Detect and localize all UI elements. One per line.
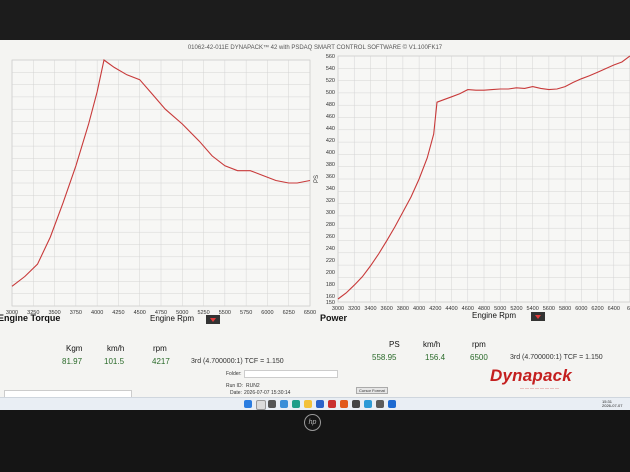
x-tick-label: 4000 xyxy=(91,310,103,316)
y-tick-label: 380 xyxy=(326,162,335,168)
torque-value-kgm: 81.97 xyxy=(62,357,83,366)
torque-xaxis-label: Engine Rpm xyxy=(150,314,195,323)
app-icon-4[interactable] xyxy=(364,400,372,408)
torque-unit-rpm: rpm xyxy=(153,344,167,353)
windows-taskbar: 15:31 2026-07-07 xyxy=(0,397,630,410)
taskbar-clock[interactable]: 15:31 2026-07-07 xyxy=(602,400,622,408)
power-xaxis-label: Engine Rpm xyxy=(472,311,517,320)
x-tick-label: 3200 xyxy=(348,306,360,312)
y-tick-label: 180 xyxy=(326,282,335,288)
date-value: 2026-07-07 15:30:14 xyxy=(244,390,291,396)
torque-gear-info: 3rd (4.700000:1) TCF = 1.150 xyxy=(191,358,284,365)
y-tick-label: 400 xyxy=(326,150,335,156)
widgets-icon[interactable] xyxy=(280,400,288,408)
y-tick-label: 340 xyxy=(326,186,335,192)
x-tick-label: 3000 xyxy=(332,306,344,312)
app-icon-3[interactable] xyxy=(352,400,360,408)
x-tick-label: 4000 xyxy=(413,306,425,312)
power-xaxis-dropdown[interactable] xyxy=(531,312,545,321)
y-axis-label: PS xyxy=(314,175,320,183)
x-tick-label: 6000 xyxy=(575,306,587,312)
x-tick-label: 6400 xyxy=(608,306,620,312)
app-icon-2[interactable] xyxy=(340,400,348,408)
file-explorer-icon[interactable] xyxy=(304,400,312,408)
y-tick-label: 320 xyxy=(326,198,335,204)
y-tick-label: 440 xyxy=(326,126,335,132)
power-value-kmh: 156.4 xyxy=(425,353,446,362)
x-tick-label: 4250 xyxy=(112,310,124,316)
x-tick-label: 5500 xyxy=(219,310,231,316)
x-tick-label: 5800 xyxy=(559,306,571,312)
x-tick-label: 4200 xyxy=(429,306,441,312)
x-tick-label: 4500 xyxy=(134,310,146,316)
torque-value-rpm: 4217 xyxy=(152,357,170,366)
taskbar-date: 2026-07-07 xyxy=(602,403,623,408)
y-tick-label: 280 xyxy=(326,222,335,228)
monitor-top-bezel xyxy=(0,0,630,40)
x-tick-label: 5750 xyxy=(240,310,252,316)
y-tick-label: 260 xyxy=(326,234,335,240)
dynapack-logo: Dynapack xyxy=(490,366,572,385)
power-gear-info: 3rd (4.700000:1) TCF = 1.150 xyxy=(510,354,603,361)
torque-xaxis-dropdown[interactable] xyxy=(206,315,220,324)
x-tick-label: 3800 xyxy=(397,306,409,312)
x-tick-label: 6200 xyxy=(591,306,603,312)
y-tick-label: 520 xyxy=(326,78,335,84)
y-tick-label: 460 xyxy=(326,114,335,120)
folder-label: Folder: xyxy=(226,371,242,377)
x-tick-label: 4400 xyxy=(445,306,457,312)
windows-start-icon[interactable] xyxy=(244,400,252,408)
y-tick-label: 200 xyxy=(326,270,335,276)
runid-value: RUN2 xyxy=(246,383,260,389)
app-icon-1[interactable] xyxy=(328,400,336,408)
software-title: 01062-42-011E DYNAPACK™ 42 with PSDAQ SM… xyxy=(187,45,443,51)
torque-value-kmh: 101.5 xyxy=(104,357,125,366)
x-tick-label: 6250 xyxy=(283,310,295,316)
x-tick-label: 3600 xyxy=(381,306,393,312)
power-chart: 3000 3200 3400 3600 3800 4000 4200 4400 4600 4800… xyxy=(314,54,630,312)
y-tick-label: 300 xyxy=(326,210,335,216)
x-tick-label: 3400 xyxy=(364,306,376,312)
torque-chart-title: Engine Torque xyxy=(0,313,61,323)
torque-unit-kgm: Kgm xyxy=(66,344,83,353)
y-tick-label: 480 xyxy=(326,102,335,108)
power-value-ps: 558.95 xyxy=(372,353,397,362)
date-label: Date: xyxy=(230,390,242,396)
power-unit-rpm: rpm xyxy=(472,340,486,349)
y-tick-label: 420 xyxy=(326,138,335,144)
cursor-format-button[interactable]: Cursor Format xyxy=(356,387,388,394)
dyno-software-window: 01062-42-011E DYNAPACK™ 42 with PSDAQ SM… xyxy=(0,40,630,410)
task-view-icon[interactable] xyxy=(268,400,276,408)
y-tick-label: 150 xyxy=(326,300,335,306)
dynapack-logo-tagline: ———————— xyxy=(520,385,560,390)
torque-chart: 3000 3250 3500 3750 4000 4250 4500 4750 5000 5250… xyxy=(6,59,316,316)
folder-field[interactable] xyxy=(244,370,338,378)
app-icon-5[interactable] xyxy=(376,400,384,408)
y-tick-label: 220 xyxy=(326,258,335,264)
torque-unit-kmh: km/h xyxy=(107,344,125,353)
search-icon[interactable] xyxy=(256,400,266,410)
y-tick-label: 560 xyxy=(326,54,335,60)
app-icon-6[interactable] xyxy=(388,400,396,408)
x-tick-label: 3750 xyxy=(70,310,82,316)
y-tick-label: 500 xyxy=(326,90,335,96)
power-chart-title: Power xyxy=(320,313,348,323)
power-value-rpm: 6500 xyxy=(470,353,488,362)
power-unit-ps: PS xyxy=(389,340,400,349)
y-tick-label: 160 xyxy=(326,294,335,300)
store-icon[interactable] xyxy=(316,400,324,408)
y-tick-label: 540 xyxy=(326,66,335,72)
runid-label: Run ID: xyxy=(226,383,243,389)
y-tick-label: 240 xyxy=(326,246,335,252)
edge-icon[interactable] xyxy=(292,400,300,408)
power-unit-kmh: km/h xyxy=(423,340,441,349)
hp-monitor-logo: hp xyxy=(304,414,321,431)
y-tick-label: 360 xyxy=(326,174,335,180)
x-tick-label: 6000 xyxy=(261,310,273,316)
